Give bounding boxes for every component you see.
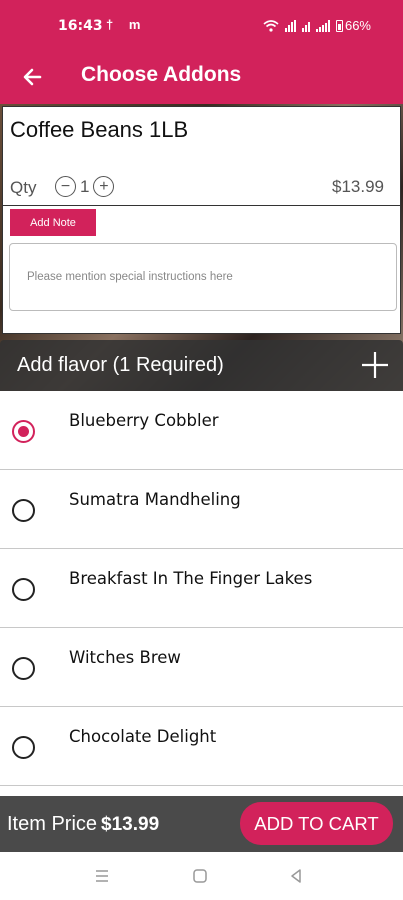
flavor-option-label: Blueberry Cobbler	[69, 411, 219, 430]
signal-icon	[284, 19, 296, 32]
battery-icon	[335, 19, 343, 32]
note-card: Add Note	[2, 206, 401, 334]
radio-button[interactable]	[12, 657, 35, 680]
qty-increase-button[interactable]: +	[93, 176, 115, 197]
plus-icon[interactable]	[361, 351, 389, 379]
radio-button[interactable]	[12, 420, 35, 443]
product-name: Coffee Beans 1LB	[10, 117, 189, 142]
flavor-section-title: Add flavor (1 Required)	[17, 354, 224, 376]
system-nav-bar	[0, 852, 403, 900]
product-price: $13.99	[332, 177, 384, 196]
back-icon[interactable]	[286, 866, 306, 886]
bottom-price-bar: Item Price $13.99 ADD TO CART	[0, 796, 403, 852]
radio-button[interactable]	[12, 499, 35, 522]
page-title: Choose Addons	[81, 63, 242, 86]
item-price-label: Item Price	[7, 813, 98, 835]
qty-label: Qty	[10, 178, 37, 197]
flavor-option-label: Breakfast In The Finger Lakes	[69, 569, 313, 588]
recent-apps-icon[interactable]	[92, 866, 112, 886]
battery-percent: 66%	[344, 18, 371, 33]
add-note-button[interactable]: Add Note	[10, 209, 96, 236]
flavor-options-list: Blueberry Cobbler Sumatra Mandheling Bre…	[0, 391, 403, 786]
flavor-option-label: Chocolate Delight	[69, 727, 217, 746]
wifi-icon	[263, 19, 279, 32]
flavor-section-header[interactable]: Add flavor (1 Required)	[0, 340, 403, 391]
signal-icon	[315, 19, 330, 32]
item-price-text: Item Price $13.99	[7, 813, 159, 836]
product-card: Coffee Beans 1LB Qty − 1 + $13.99	[2, 106, 401, 206]
quantity-stepper: − 1 +	[55, 176, 115, 197]
special-instructions-input[interactable]	[9, 243, 397, 311]
status-time: 16:43	[58, 18, 103, 34]
flavor-option-label: Witches Brew	[69, 648, 181, 667]
item-price-value: $13.99	[101, 814, 160, 835]
radio-button[interactable]	[12, 736, 35, 759]
status-right-icons: 66%	[263, 18, 371, 33]
app-bar: Choose Addons	[0, 52, 403, 104]
qty-value: 1	[80, 176, 90, 196]
flavor-option[interactable]: Chocolate Delight	[0, 707, 403, 786]
back-arrow-icon[interactable]	[18, 62, 48, 92]
notification-icons: † m	[106, 17, 147, 32]
flavor-option[interactable]: Sumatra Mandheling	[0, 470, 403, 549]
signal-icon	[301, 20, 310, 32]
flavor-option[interactable]: Breakfast In The Finger Lakes	[0, 549, 403, 628]
qty-decrease-button[interactable]: −	[55, 176, 76, 197]
flavor-option[interactable]: Blueberry Cobbler	[0, 391, 403, 470]
add-to-cart-button[interactable]: ADD TO CART	[240, 802, 393, 845]
flavor-option-label: Sumatra Mandheling	[69, 490, 241, 509]
status-bar: 16:43 † m 66%	[0, 0, 403, 52]
home-icon[interactable]	[190, 866, 210, 886]
radio-button[interactable]	[12, 578, 35, 601]
flavor-option[interactable]: Witches Brew	[0, 628, 403, 707]
